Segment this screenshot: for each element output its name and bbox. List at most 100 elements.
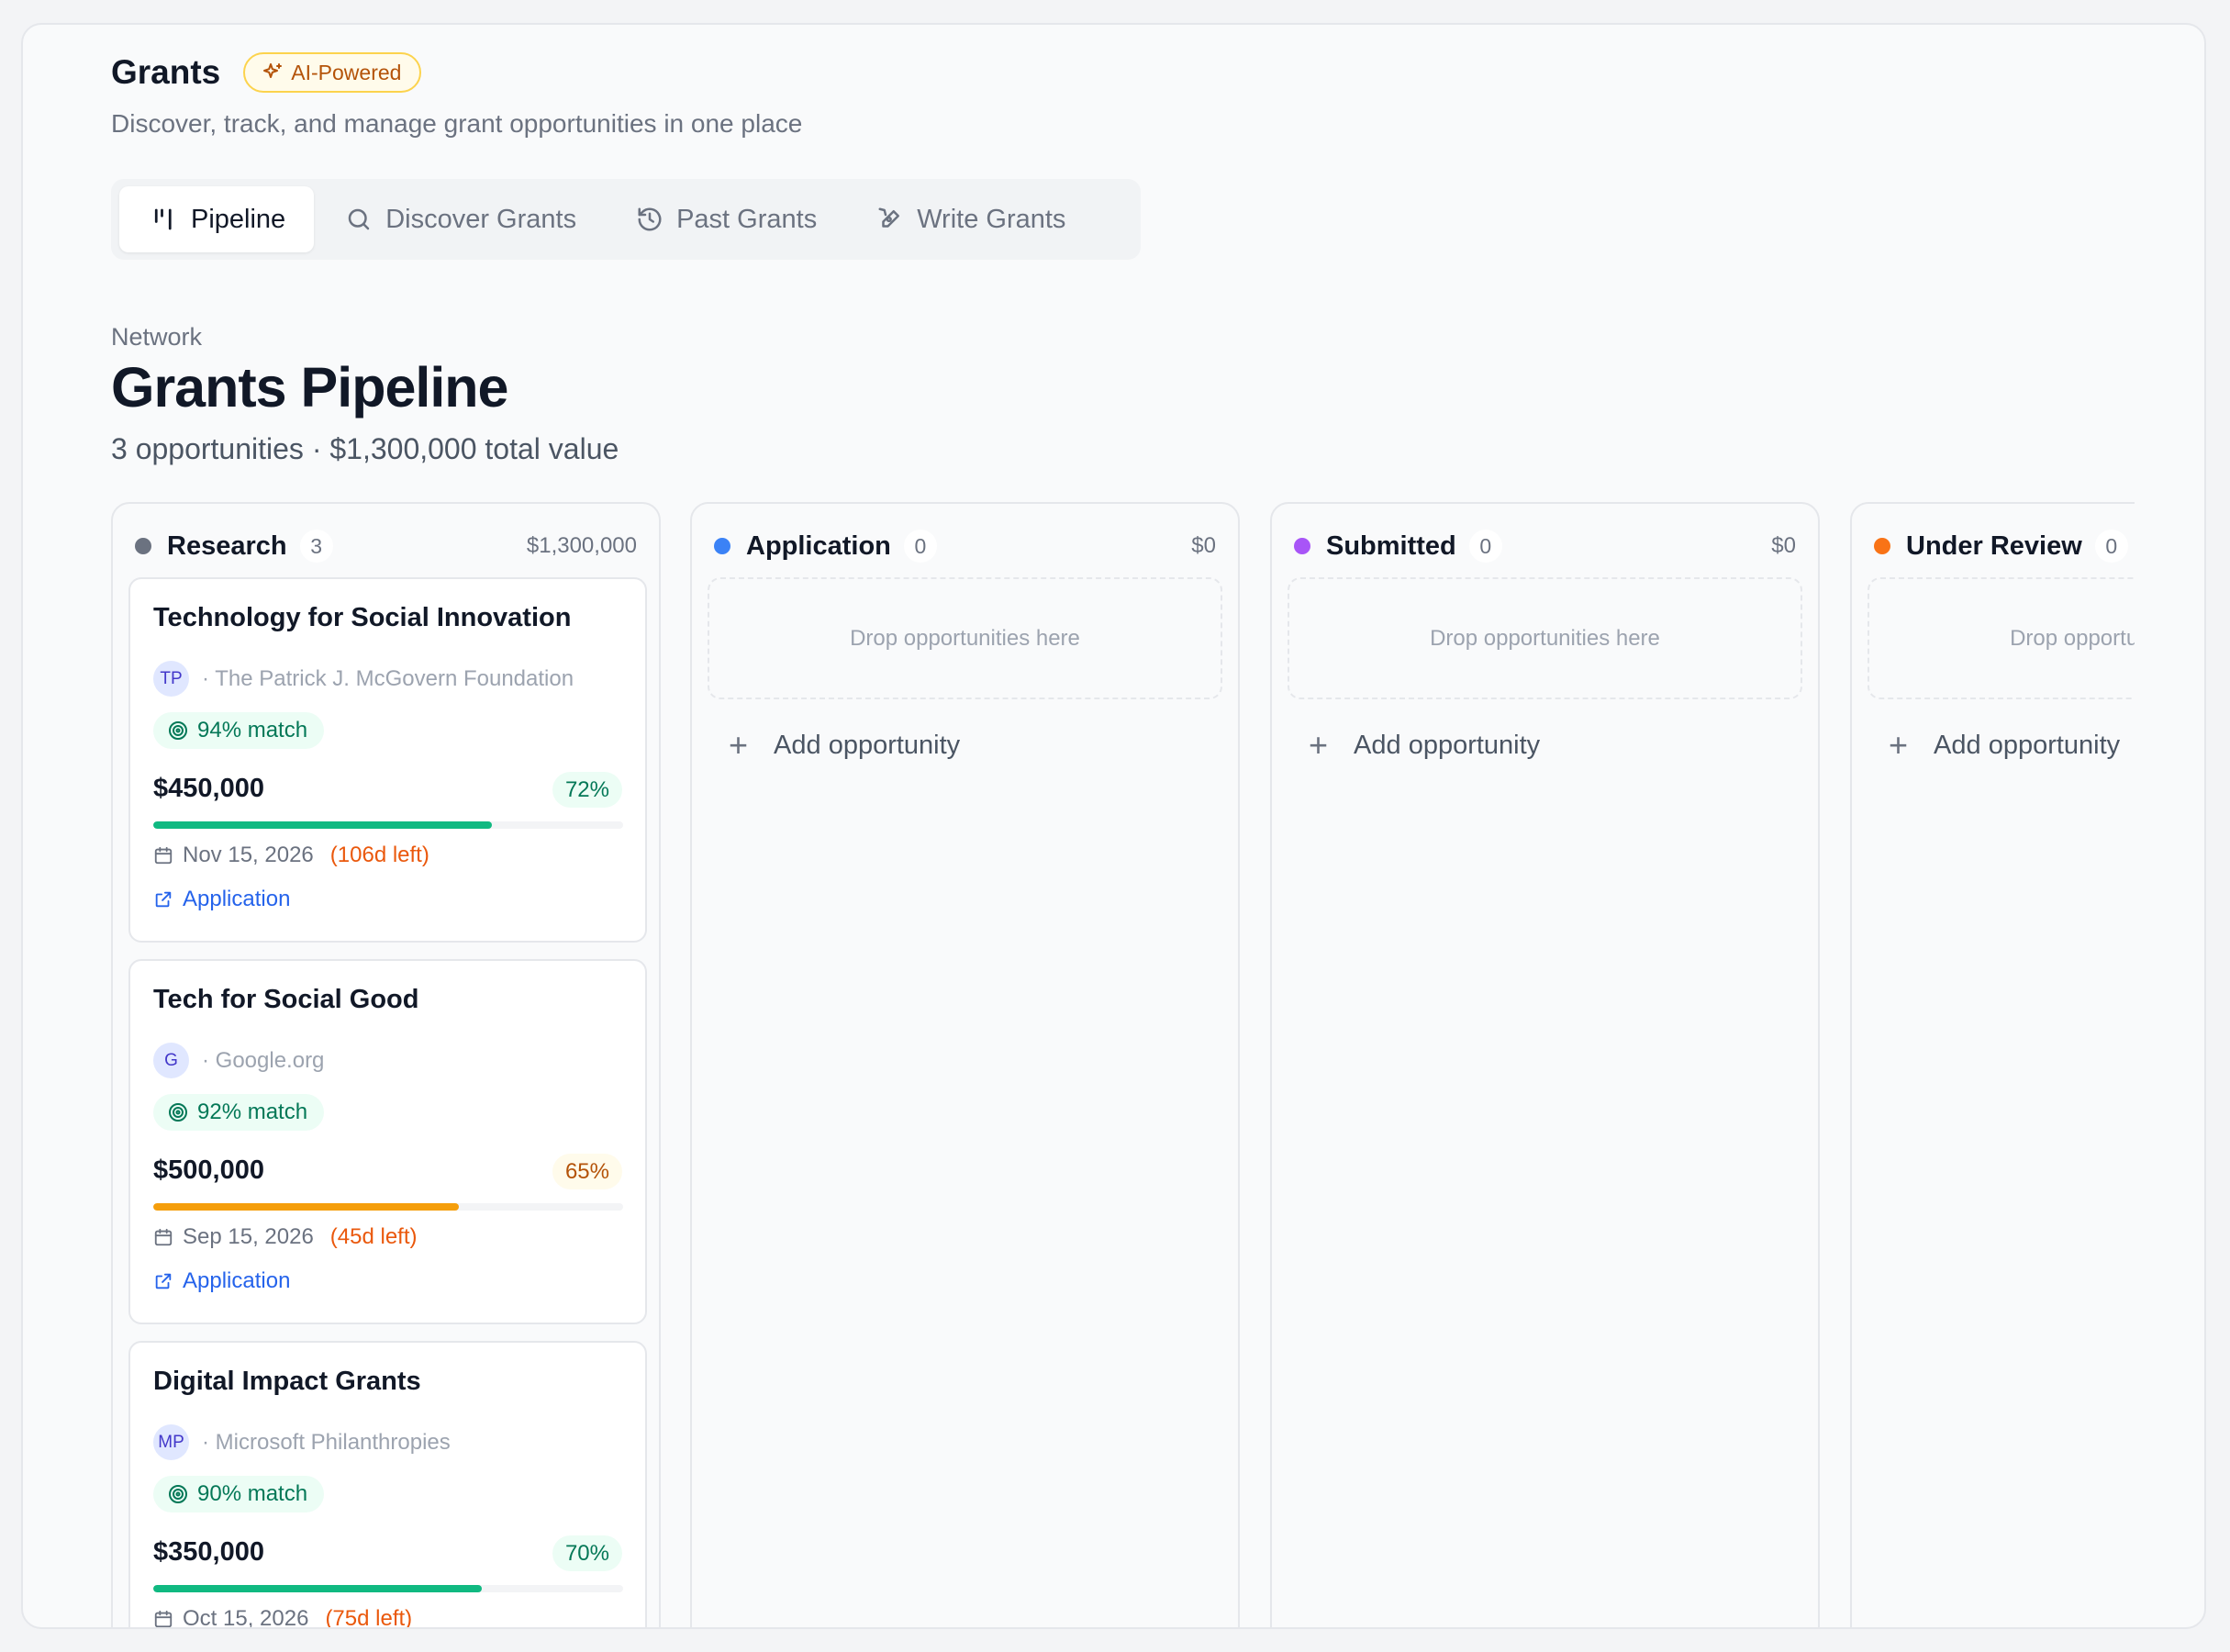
- progress-fill: [153, 1203, 459, 1211]
- opportunity-card[interactable]: Digital Impact Grants MP · Microsoft Phi…: [128, 1341, 647, 1629]
- column-submitted: Submitted 0 $0 Drop opportunities here +…: [1270, 502, 1820, 1627]
- match-badge: 90% match: [153, 1476, 325, 1512]
- application-link-label: Application: [183, 887, 291, 911]
- tab-label: Write Grants: [917, 204, 1066, 234]
- match-label: 90% match: [197, 1481, 308, 1506]
- column-total: $0: [1771, 533, 1796, 558]
- tab-label: Pipeline: [191, 204, 286, 234]
- status-dot: [714, 538, 730, 554]
- progress-fill: [153, 821, 492, 829]
- tab-label: Past Grants: [676, 204, 818, 234]
- calendar-icon: [154, 846, 173, 865]
- tab-bar: Pipeline Discover Grants Past Grants Wri…: [111, 179, 1141, 260]
- application-link[interactable]: Application: [153, 887, 290, 912]
- column-header: Under Review 0: [1874, 528, 2135, 564]
- progress-bar: [153, 821, 623, 829]
- plus-icon: +: [1889, 726, 1909, 764]
- pen-icon: [878, 207, 900, 228]
- tab-pipeline[interactable]: Pipeline: [119, 186, 315, 252]
- card-title: Technology for Social Innovation: [153, 603, 572, 632]
- tab-discover-grants[interactable]: Discover Grants: [314, 186, 605, 252]
- pipeline-summary: 3 opportunities · $1,300,000 total value: [111, 432, 619, 465]
- grant-amount: $500,000: [153, 1155, 264, 1185]
- organization-name: · The Patrick J. McGovern Foundation: [202, 665, 574, 691]
- sparkle-icon: [263, 63, 283, 78]
- status-dot: [1294, 538, 1310, 554]
- kanban-board: Research 3 $1,300,000 Technology for Soc…: [111, 502, 2135, 1629]
- ai-badge: AI-Powered: [243, 52, 422, 93]
- avatar: MP: [153, 1424, 189, 1460]
- tab-write-grants[interactable]: Write Grants: [845, 186, 1094, 252]
- column-application: Application 0 $0 Drop opportunities here…: [690, 502, 1240, 1627]
- history-icon: [638, 207, 662, 231]
- drop-zone[interactable]: Drop opportunities here: [1868, 577, 2135, 699]
- page-subtitle: Discover, track, and manage grant opport…: [111, 109, 803, 138]
- column-header: Submitted 0 $0: [1294, 528, 1796, 564]
- match-badge: 94% match: [153, 712, 325, 749]
- organization-name: · Microsoft Philanthropies: [202, 1429, 451, 1455]
- calendar-icon: [154, 1610, 173, 1627]
- column-count: 0: [903, 530, 937, 563]
- progress-percent: 72%: [552, 772, 622, 808]
- column-total: $1,300,000: [526, 533, 637, 558]
- opportunity-card[interactable]: Tech for Social Good G · Google.org 92% …: [128, 959, 647, 1324]
- target-icon: [169, 1485, 187, 1503]
- add-opportunity-label: Add opportunity: [1354, 730, 1541, 760]
- column-count: 0: [1468, 530, 1502, 563]
- calendar-icon: [154, 1228, 173, 1246]
- progress-bar: [153, 1585, 623, 1592]
- match-label: 92% match: [197, 1099, 308, 1124]
- tab-label: Discover Grants: [385, 204, 577, 234]
- drop-zone[interactable]: Drop opportunities here: [1288, 577, 1802, 699]
- column-header: Research 3 $1,300,000: [135, 528, 637, 564]
- card-title: Digital Impact Grants: [153, 1367, 421, 1396]
- add-opportunity-button[interactable]: + Add opportunity: [729, 726, 960, 765]
- match-badge: 92% match: [153, 1094, 325, 1131]
- avatar: TP: [153, 661, 189, 697]
- ai-badge-label: AI-Powered: [291, 60, 402, 84]
- network-label: Network: [111, 323, 203, 351]
- column-name: Research: [167, 530, 287, 561]
- page-header: Grants AI-Powered: [111, 52, 422, 93]
- card-title: Tech for Social Good: [153, 985, 419, 1014]
- search-icon: [348, 208, 370, 230]
- deadline: Sep 15, 2026 (45d left): [153, 1224, 418, 1250]
- grant-amount: $450,000: [153, 774, 264, 803]
- add-opportunity-button[interactable]: + Add opportunity: [1889, 726, 2120, 765]
- tab-past-grants[interactable]: Past Grants: [605, 186, 845, 252]
- application-link-label: Application: [183, 1268, 291, 1293]
- external-link-icon: [155, 891, 172, 908]
- avatar: G: [153, 1043, 189, 1078]
- add-opportunity-button[interactable]: + Add opportunity: [1309, 726, 1540, 765]
- column-name: Submitted: [1326, 530, 1456, 561]
- opportunity-card[interactable]: Technology for Social Innovation TP · Th…: [128, 577, 647, 943]
- deadline-date: Sep 15, 2026: [183, 1224, 314, 1249]
- target-icon: [169, 721, 187, 740]
- column-name: Application: [746, 530, 891, 561]
- column-count: 3: [299, 530, 333, 563]
- match-label: 94% match: [197, 718, 308, 742]
- organization: MP · Microsoft Philanthropies: [153, 1424, 451, 1460]
- column-name: Under Review: [1906, 530, 2082, 561]
- column-count: 0: [2094, 530, 2128, 563]
- plus-icon: +: [729, 726, 749, 764]
- days-left: (75d left): [325, 1606, 413, 1629]
- external-link-icon: [155, 1273, 172, 1289]
- drop-zone[interactable]: Drop opportunities here: [708, 577, 1222, 699]
- progress-percent: 65%: [552, 1154, 622, 1189]
- deadline-date: Nov 15, 2026: [183, 843, 314, 867]
- progress-fill: [153, 1585, 483, 1592]
- deadline: Nov 15, 2026 (106d left): [153, 843, 429, 868]
- organization-name: · Google.org: [202, 1047, 325, 1073]
- column-under-review: Under Review 0 Drop opportunities here +…: [1850, 502, 2135, 1627]
- status-dot: [135, 538, 151, 554]
- column-header: Application 0 $0: [714, 528, 1216, 564]
- status-dot: [1874, 538, 1890, 554]
- page-title: Grants: [111, 53, 221, 91]
- deadline-date: Oct 15, 2026: [183, 1606, 309, 1629]
- days-left: (106d left): [329, 843, 429, 867]
- content: Grants AI-Powered Discover, track, and m…: [111, 25, 2204, 1627]
- progress-bar: [153, 1203, 623, 1211]
- pipeline-icon: [154, 208, 172, 230]
- application-link[interactable]: Application: [153, 1268, 290, 1294]
